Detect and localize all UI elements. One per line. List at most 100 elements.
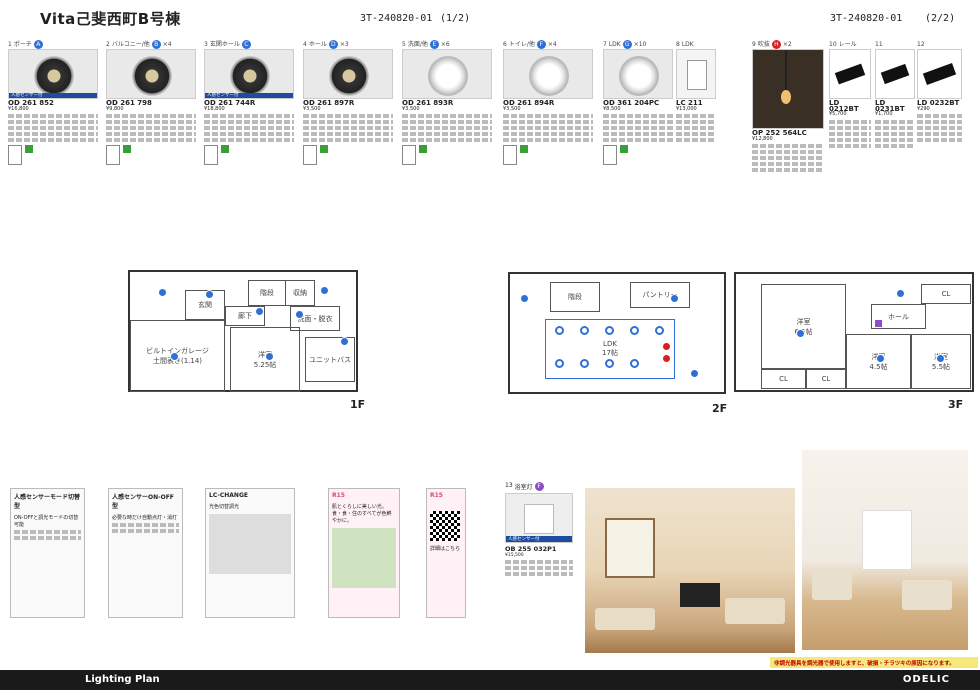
room-western-3f-a: 洋室6.5帖: [761, 284, 846, 369]
spec-line: [106, 132, 196, 136]
product-price: ¥18,800: [204, 105, 225, 112]
light-point: [630, 359, 639, 368]
spec-line: [676, 114, 716, 118]
spec-line: [603, 126, 673, 130]
product-photo: 人感センサー付: [8, 49, 98, 99]
product-place-label: 2 バルコニー/他 B ×4: [106, 40, 196, 49]
footer-bar: Lighting Plan ODELIC: [0, 670, 980, 690]
spec-line: [917, 120, 962, 124]
room-pantry: パントリー: [630, 282, 690, 308]
spec-line: [503, 114, 593, 118]
spec-line: [875, 119, 915, 124]
light-point: [580, 326, 589, 335]
light-point: [295, 310, 304, 319]
light-point: [255, 307, 264, 316]
spec-line: [603, 120, 673, 124]
product-price: ¥3,500: [303, 105, 321, 112]
room-western: 洋室5.25帖: [230, 327, 300, 392]
floor-label-1f: 1F: [350, 398, 366, 411]
product-photo: 人感センサー付: [204, 49, 294, 99]
green-mark: [419, 145, 427, 153]
spec-line: [503, 120, 593, 124]
document-code-left: 3T-240820-01: [360, 13, 433, 24]
catalog-sheet-2: 人感センサーON-OFF型 必要な時だけ自動点灯・消灯: [108, 488, 183, 618]
spec-line: [8, 126, 98, 130]
light-point: [555, 359, 564, 368]
product-place: レール: [838, 40, 857, 48]
light-point: [320, 286, 329, 295]
rating-box: [8, 145, 22, 165]
quantity: ×3: [339, 40, 349, 48]
product-number: 6: [503, 40, 507, 48]
page-title: Vita己斐西町B号棟: [40, 10, 181, 28]
rating-box: [303, 145, 317, 165]
green-mark: [25, 145, 33, 153]
product-card-13: 13 浴室灯 F 人感センサー付 OB 255 032P1 ¥15,500: [505, 482, 573, 632]
catalog-sheet-5: R15 詳細はこちら: [426, 488, 466, 618]
product-place-label: 9 吹抜 H ×2: [752, 40, 824, 49]
spec-line: [875, 131, 915, 136]
product-place: トイレ/他: [508, 40, 535, 48]
spec-line: [829, 119, 871, 124]
spec-line: [875, 125, 915, 130]
light-point: [605, 326, 614, 335]
green-mark: [221, 145, 229, 153]
location-badge: B: [151, 40, 161, 49]
light-point: [670, 294, 679, 303]
light-point: [520, 294, 529, 303]
product-place: 洗面/他: [407, 40, 428, 48]
spec-line: [106, 120, 196, 124]
spec-line: [8, 114, 98, 118]
spec-line: [204, 126, 294, 130]
pendant-point: [662, 342, 671, 351]
spec-line: [752, 156, 824, 160]
location-badge: G: [622, 40, 632, 49]
room-stairs: 階段: [248, 280, 286, 306]
downlight-image: [34, 56, 74, 96]
spec-line: [752, 168, 824, 172]
product-card: 6 トイレ/他 F ×4 OD 261 894R ¥3,500: [503, 40, 593, 190]
product-place-label: 1 ポーチ A: [8, 40, 98, 49]
spec-line: [603, 114, 673, 118]
spec-line: [875, 143, 915, 148]
spec-line: [402, 138, 492, 142]
product-number: 1: [8, 40, 12, 48]
product-place: ホール: [308, 40, 327, 48]
downlight-image: [428, 56, 468, 96]
downlight-image: [132, 56, 172, 96]
certification-marks: [204, 145, 294, 165]
spec-line: [402, 126, 492, 130]
spec-line: [402, 132, 492, 136]
quantity: ×2: [782, 40, 792, 48]
light-point: [936, 354, 945, 363]
spec-line: [503, 132, 593, 136]
product-number: 8: [676, 40, 680, 48]
light-point: [580, 359, 589, 368]
quantity: ×4: [162, 40, 172, 48]
spec-line: [303, 132, 393, 136]
room-closet-left: CL: [761, 369, 806, 389]
light-point: [205, 290, 214, 299]
light-point: [158, 288, 167, 297]
interior-photo-living: [585, 488, 795, 653]
product-photo: [676, 49, 716, 99]
rating-box: [503, 145, 517, 165]
light-point: [170, 352, 179, 361]
spec-line: [204, 114, 294, 118]
certification-marks: [503, 145, 593, 165]
product-number: 3: [204, 40, 208, 48]
spec-line: [503, 138, 593, 142]
interior-photo-bright: [802, 450, 968, 650]
certification-marks: [303, 145, 393, 165]
green-mark: [320, 145, 328, 153]
product-place-label: 12: [917, 40, 962, 49]
catalog-sheet-3: LC-CHANGE 光色切替調光: [205, 488, 295, 618]
spec-line: [829, 137, 871, 142]
green-mark: [520, 145, 528, 153]
downlight-image: [529, 56, 569, 96]
spec-line: [676, 126, 716, 130]
pendant-bulb: [781, 90, 791, 104]
product-place: 吹抜: [757, 40, 770, 48]
floor-plan-1f: 玄関 収納 階段 ビルトインガレージ土間表き(1.14) 廊下 洗面・脱衣 洋室…: [128, 270, 358, 392]
product-card: 9 吹抜 H ×2 OP 252 564LC ¥12,800: [752, 40, 824, 190]
